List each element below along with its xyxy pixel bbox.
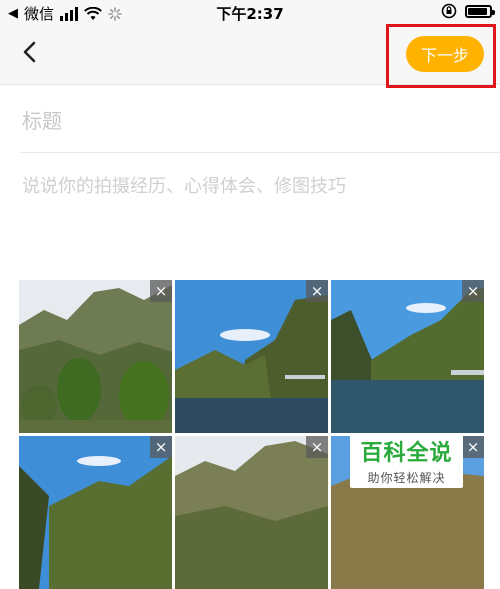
battery-fill: [468, 7, 487, 15]
photo-thumbnail[interactable]: ×: [19, 436, 172, 589]
photo-thumbnail[interactable]: ×: [175, 436, 328, 589]
remove-photo-button[interactable]: ×: [306, 436, 328, 458]
back-button[interactable]: [14, 37, 44, 67]
status-bar-right: [441, 3, 495, 19]
photo-image: [19, 280, 172, 433]
photo-image: [175, 436, 328, 589]
photo-image: [175, 280, 328, 433]
remove-photo-button[interactable]: ×: [306, 280, 328, 302]
remove-photo-button[interactable]: ×: [462, 436, 484, 458]
nav-bar: 下一步: [0, 24, 500, 88]
chevron-left-icon: [23, 41, 36, 63]
watermark-logo: 百科全说 助你轻松解决: [350, 433, 463, 488]
battery-icon: [465, 4, 495, 18]
content-textarea[interactable]: [20, 170, 494, 264]
remove-photo-button[interactable]: ×: [150, 436, 172, 458]
status-time: 下午2:37: [216, 5, 284, 23]
photo-image: [19, 436, 172, 589]
remove-photo-button[interactable]: ×: [150, 280, 172, 302]
photo-thumbnail[interactable]: ×: [175, 280, 328, 433]
remove-photo-button[interactable]: ×: [462, 280, 484, 302]
photo-image: [331, 280, 484, 433]
title-divider: [20, 152, 500, 153]
status-bar: ◀ 微信 下午2:37: [0, 0, 500, 24]
watermark-title: 百科全说: [360, 441, 453, 466]
rotation-lock-icon: [441, 3, 457, 19]
title-input[interactable]: [20, 100, 494, 142]
next-step-button[interactable]: 下一步: [406, 36, 484, 72]
watermark-subtitle: 助你轻松解决: [367, 471, 446, 485]
photo-thumbnail[interactable]: ×: [331, 280, 484, 433]
photo-thumbnail[interactable]: ×: [19, 280, 172, 433]
